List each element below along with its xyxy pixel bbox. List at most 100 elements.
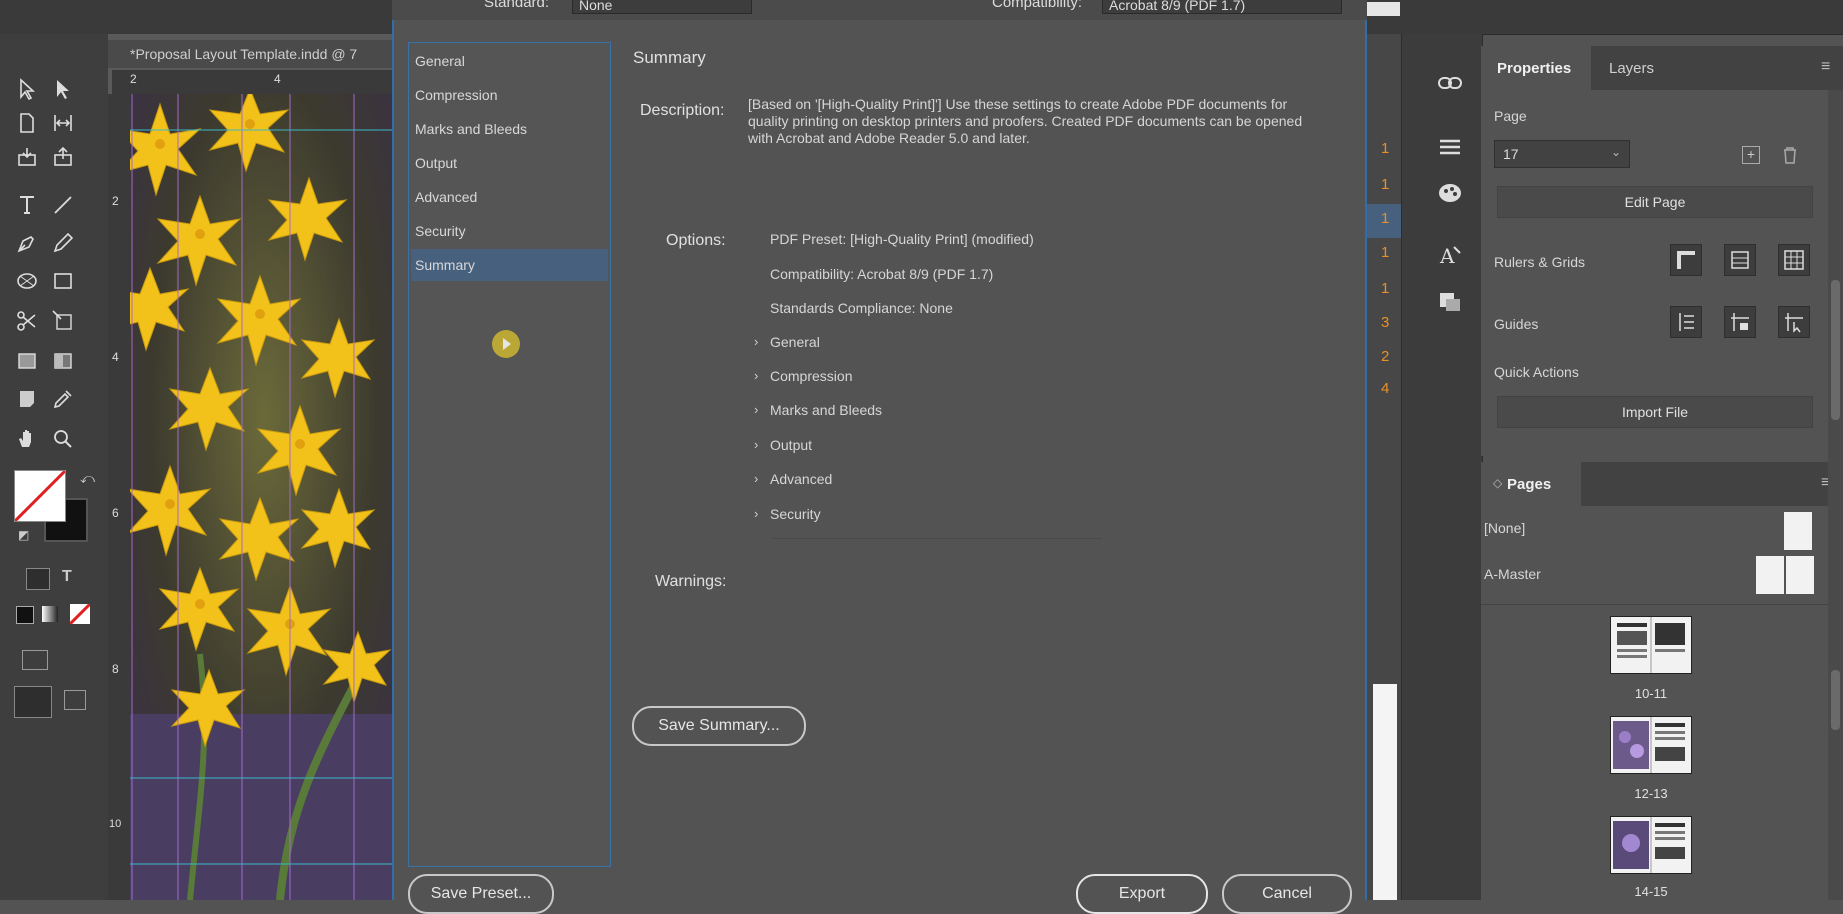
import-file-button[interactable]: Import File	[1497, 396, 1813, 428]
chevron-right-icon[interactable]: ›	[754, 471, 758, 486]
options-label: Options:	[666, 232, 726, 249]
line-tool-icon[interactable]	[48, 190, 78, 220]
option-group-security[interactable]: Security	[770, 506, 821, 522]
character-styles-icon[interactable]: A	[1433, 238, 1467, 272]
save-summary-button[interactable]: Save Summary...	[632, 706, 806, 746]
option-group-marks-and-bleeds[interactable]: Marks and Bleeds	[770, 402, 882, 418]
ellipse-frame-icon[interactable]	[12, 266, 42, 296]
compatibility-select[interactable]: Acrobat 8/9 (PDF 1.7)	[1102, 0, 1342, 14]
page-select[interactable]: 17 ⌄	[1494, 140, 1630, 168]
collapse-icon[interactable]: ◇	[1493, 476, 1502, 490]
scrollbar-thumb[interactable]	[1831, 670, 1840, 730]
page-number[interactable]: 1	[1381, 140, 1389, 157]
screen-mode-icon[interactable]	[64, 690, 86, 710]
option-group-compression[interactable]: Compression	[770, 368, 852, 384]
none-master-thumb[interactable]	[1784, 512, 1812, 550]
page-number[interactable]: 4	[1381, 380, 1389, 397]
gradient-feather-icon[interactable]	[48, 346, 78, 376]
export-button[interactable]: Export	[1076, 874, 1208, 914]
note-tool-icon[interactable]	[12, 384, 42, 414]
baseline-grid-icon[interactable]	[1724, 244, 1756, 276]
apply-color-icon[interactable]	[16, 606, 34, 624]
eyedropper-icon[interactable]	[48, 384, 78, 414]
ruler-label: 6	[112, 506, 119, 520]
save-preset-button[interactable]: Save Preset...	[408, 874, 554, 914]
spread-thumbnail[interactable]	[1610, 616, 1692, 674]
apply-gradient-icon[interactable]	[42, 606, 58, 622]
chevron-right-icon[interactable]: ›	[754, 402, 758, 417]
normal-screen-mode-icon[interactable]	[22, 650, 48, 670]
gradient-swatch-icon[interactable]	[12, 346, 42, 376]
zoom-tool-icon[interactable]	[48, 424, 78, 454]
fill-stroke-icon[interactable]	[14, 470, 66, 522]
chevron-right-icon[interactable]: ›	[754, 368, 758, 383]
tab-layers[interactable]: Layers	[1609, 60, 1654, 77]
formatting-text-icon[interactable]: T	[62, 568, 72, 586]
properties-tab-bar: Properties Layers ≡	[1481, 46, 1843, 90]
page-number[interactable]: 2	[1381, 348, 1389, 365]
spread-thumbnail[interactable]	[1610, 716, 1692, 774]
nav-item-compression[interactable]: Compression	[411, 79, 608, 111]
nav-item-advanced[interactable]: Advanced	[411, 181, 608, 213]
a-master-thumb-left[interactable]	[1756, 556, 1784, 594]
nav-item-output[interactable]: Output	[411, 147, 608, 179]
page-number[interactable]: 1	[1381, 244, 1389, 261]
nav-item-marks-and-bleeds[interactable]: Marks and Bleeds	[411, 113, 608, 145]
content-collector-icon[interactable]	[12, 142, 42, 172]
free-transform-icon[interactable]	[48, 306, 78, 336]
content-placer-icon[interactable]	[48, 142, 78, 172]
edit-page-button[interactable]: Edit Page	[1497, 186, 1813, 218]
a-master-label[interactable]: A-Master	[1484, 566, 1541, 582]
panel-scrollbar[interactable]	[1828, 90, 1843, 900]
smart-guides-icon[interactable]	[1778, 306, 1810, 338]
panel-menu-icon[interactable]: ≡	[1821, 58, 1830, 76]
add-page-icon[interactable]: +	[1742, 146, 1760, 164]
cancel-button[interactable]: Cancel	[1222, 874, 1352, 914]
nav-item-summary[interactable]: Summary	[411, 249, 608, 281]
page-number[interactable]: 1	[1381, 280, 1389, 297]
option-group-advanced[interactable]: Advanced	[770, 471, 832, 487]
delete-page-icon[interactable]	[1782, 146, 1798, 164]
links-icon[interactable]	[1433, 66, 1467, 100]
paragraph-styles-icon[interactable]	[1433, 284, 1467, 318]
formatting-container-icon[interactable]	[26, 568, 50, 590]
none-master-label[interactable]: [None]	[1484, 520, 1525, 536]
lock-guides-icon[interactable]	[1724, 306, 1756, 338]
hand-tool-icon[interactable]	[12, 424, 42, 454]
show-guides-icon[interactable]	[1670, 306, 1702, 338]
nav-item-label: Output	[415, 155, 458, 171]
document-tab[interactable]: *Proposal Layout Template.indd @ 7	[108, 40, 398, 68]
nav-item-security[interactable]: Security	[411, 215, 608, 247]
option-group-general[interactable]: General	[770, 334, 820, 350]
type-tool-icon[interactable]	[12, 190, 42, 220]
a-master-thumb-right[interactable]	[1786, 556, 1814, 594]
page-number[interactable]: 3	[1381, 314, 1389, 331]
option-group-output[interactable]: Output	[770, 437, 812, 453]
flower-image[interactable]	[130, 94, 398, 900]
page-tool-icon[interactable]	[12, 108, 42, 138]
gap-tool-icon[interactable]	[48, 108, 78, 138]
view-mode-icon[interactable]	[14, 686, 52, 718]
chevron-right-icon[interactable]: ›	[754, 334, 758, 349]
default-fill-stroke-icon[interactable]: ◩	[18, 528, 29, 542]
scissors-tool-icon[interactable]	[12, 306, 42, 336]
standard-select[interactable]: None	[572, 0, 752, 14]
selection-tool-icon[interactable]	[12, 74, 42, 104]
nav-item-general[interactable]: General	[411, 45, 608, 77]
document-grid-icon[interactable]	[1778, 244, 1810, 276]
swap-fill-stroke-icon[interactable]: ⤺	[80, 470, 95, 487]
direct-selection-tool-icon[interactable]	[48, 74, 78, 104]
stroke-panel-icon[interactable]	[1433, 130, 1467, 164]
rulers-icon[interactable]	[1670, 244, 1702, 276]
chevron-right-icon[interactable]: ›	[754, 437, 758, 452]
color-panel-icon[interactable]	[1433, 176, 1467, 210]
scrollbar-thumb[interactable]	[1831, 280, 1840, 420]
spread-thumbnail[interactable]	[1610, 816, 1692, 874]
chevron-right-icon[interactable]: ›	[754, 506, 758, 521]
page-number[interactable]: 1	[1381, 210, 1389, 227]
pencil-tool-icon[interactable]	[48, 228, 78, 258]
page-number[interactable]: 1	[1381, 176, 1389, 193]
apply-none-icon[interactable]	[70, 604, 90, 624]
rectangle-tool-icon[interactable]	[48, 266, 78, 296]
pen-tool-icon[interactable]	[12, 228, 42, 258]
